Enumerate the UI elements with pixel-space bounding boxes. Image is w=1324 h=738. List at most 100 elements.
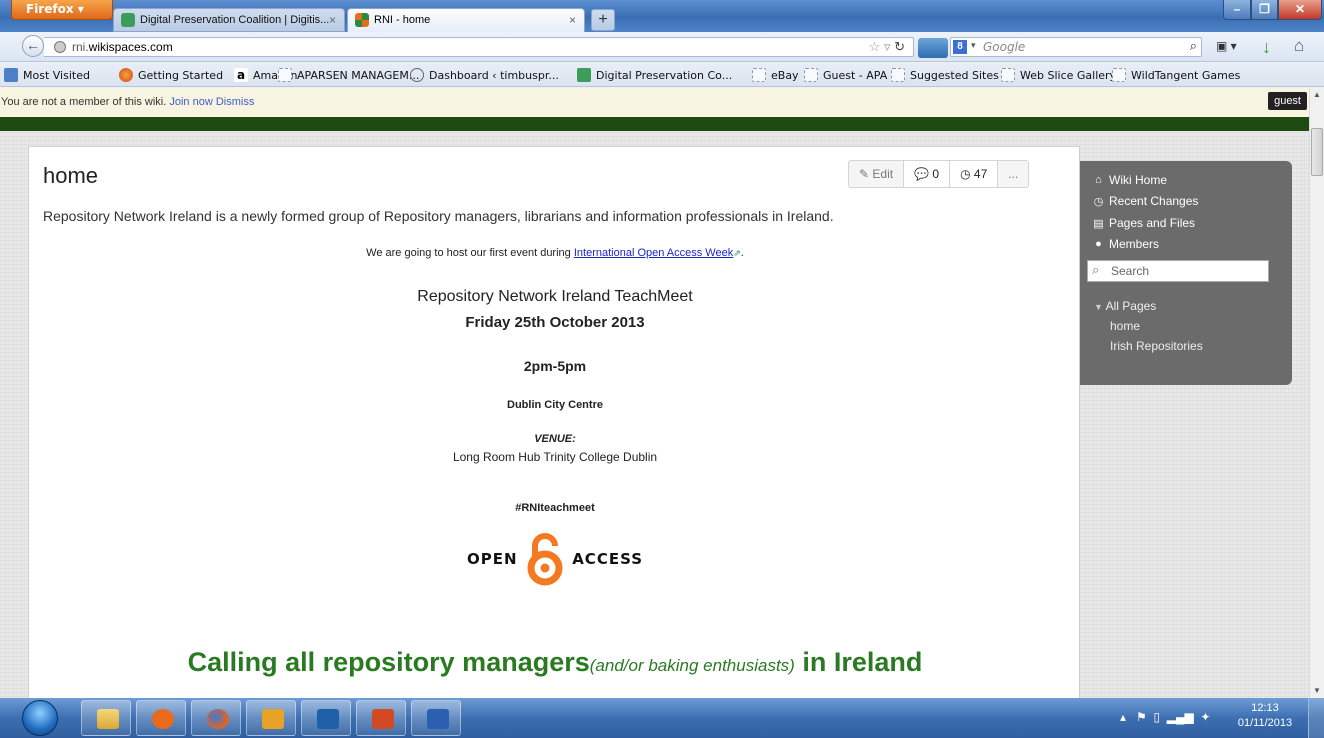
file-icon: ▤ bbox=[1093, 217, 1104, 230]
home-icon: ⌂ bbox=[1095, 174, 1102, 186]
join-now-link[interactable]: Join now bbox=[169, 96, 212, 108]
most-visited-icon bbox=[4, 68, 18, 82]
firefox-menu-button[interactable]: Firefox ▾ bbox=[11, 0, 113, 20]
close-window-button[interactable]: ✕ bbox=[1278, 0, 1322, 20]
search-placeholder: Google bbox=[983, 40, 1026, 54]
close-tab-icon[interactable]: × bbox=[329, 9, 336, 31]
bookmark-label: Suggested Sites bbox=[910, 68, 999, 82]
folder-icon bbox=[97, 709, 119, 729]
sidebar-item-recent-changes[interactable]: ◷ Recent Changes bbox=[1092, 194, 1199, 208]
action-center-icon[interactable]: ⚑ bbox=[1136, 710, 1147, 724]
bookmark-web-slice-gallery[interactable]: Web Slice Gallery bbox=[1001, 68, 1116, 82]
dpc-favicon-icon bbox=[121, 13, 135, 27]
dropbox-icon[interactable]: ✦ bbox=[1200, 710, 1210, 724]
scroll-thumb[interactable] bbox=[1311, 128, 1323, 176]
download-arrow-icon[interactable]: ↓ bbox=[1262, 37, 1271, 58]
page-icon bbox=[804, 68, 818, 82]
dismiss-link[interactable]: Dismiss bbox=[216, 96, 255, 108]
page-scrollbar[interactable]: ▲ ▼ bbox=[1309, 88, 1324, 698]
window-title-bar: Firefox ▾ Digital Preservation Coalition… bbox=[0, 0, 1324, 32]
back-arrow-icon[interactable]: ← bbox=[22, 35, 44, 57]
url-bar[interactable]: rni.wikispaces.com ☆ ▿ ↻ bbox=[44, 37, 914, 57]
headline-part-2: (and/or baking enthusiasts) bbox=[589, 656, 795, 675]
user-badge[interactable]: guest bbox=[1268, 92, 1307, 110]
bookmarks-menu-icon[interactable]: ▣ ▾ bbox=[1216, 39, 1246, 57]
clock-time: 12:13 bbox=[1251, 702, 1279, 714]
tab-rni-home[interactable]: RNI - home × bbox=[347, 8, 585, 32]
more-button[interactable]: ... bbox=[998, 161, 1028, 187]
sidebar-item-members[interactable]: ● Members bbox=[1092, 237, 1159, 251]
open-access-week-link[interactable]: International Open Access Week bbox=[574, 247, 733, 259]
search-engine-icon[interactable]: 8 bbox=[953, 40, 967, 54]
bookmark-digital-preservation[interactable]: Digital Preservation Co... bbox=[577, 68, 732, 82]
home-icon[interactable]: ⌂ bbox=[1294, 36, 1304, 56]
history-count: 47 bbox=[973, 167, 988, 181]
search-placeholder: Search bbox=[1111, 264, 1150, 278]
taskbar-twitter[interactable] bbox=[301, 700, 351, 736]
scroll-up-icon[interactable]: ▲ bbox=[1313, 90, 1321, 99]
sidebar-search-input[interactable]: ⌕ Search bbox=[1087, 260, 1269, 282]
taskbar-file-explorer[interactable] bbox=[81, 700, 131, 736]
taskbar-powerpoint[interactable] bbox=[356, 700, 406, 736]
taskbar-firefox[interactable] bbox=[191, 700, 241, 736]
page-icon bbox=[1112, 68, 1126, 82]
edit-button[interactable]: ✎ Edit bbox=[849, 161, 905, 187]
maximize-button[interactable]: ❐ bbox=[1251, 0, 1278, 20]
tray-expand-icon[interactable]: ▴ bbox=[1120, 710, 1126, 724]
headline: Calling all repository managers(and/or b… bbox=[29, 647, 1081, 678]
bookmark-dashboard[interactable]: Dashboard ‹ timbuspr... bbox=[410, 68, 559, 82]
feed-addon-icon[interactable] bbox=[918, 38, 948, 58]
taskbar-word[interactable] bbox=[411, 700, 461, 736]
url-bar-icons: ☆ ▿ ↻ bbox=[869, 39, 905, 55]
bookmark-aparsen[interactable]: APARSEN MANAGEM... bbox=[278, 68, 419, 82]
bookmark-label: Getting Started bbox=[138, 68, 224, 82]
signal-icon[interactable]: ▂▄▆ bbox=[1167, 710, 1194, 724]
new-tab-button[interactable]: + bbox=[591, 9, 615, 31]
bookmark-suggested-sites[interactable]: Suggested Sites bbox=[891, 68, 999, 82]
bookmark-star-icon[interactable]: ☆ bbox=[869, 39, 881, 54]
rni-favicon-icon bbox=[355, 13, 369, 27]
page-title: home bbox=[43, 163, 99, 188]
sidebar-item-wiki-home[interactable]: ⌂ Wiki Home bbox=[1092, 173, 1167, 187]
sidebar-item-label: Recent Changes bbox=[1109, 194, 1199, 208]
venue-name: Long Room Hub Trinity College Dublin bbox=[452, 450, 658, 464]
open-access-lock-icon bbox=[527, 533, 563, 586]
all-pages-toggle[interactable]: ▼ All Pages bbox=[1094, 299, 1156, 313]
search-engine-dropdown-icon[interactable]: ▾ bbox=[971, 40, 976, 51]
sidebar-item-label: Wiki Home bbox=[1109, 173, 1168, 187]
sidebar-page-irish-repositories[interactable]: Irish Repositories bbox=[1110, 339, 1203, 353]
scroll-down-icon[interactable]: ▼ bbox=[1313, 686, 1321, 695]
close-tab-icon[interactable]: × bbox=[569, 9, 576, 31]
caret-down-icon: ▼ bbox=[1094, 302, 1103, 312]
show-desktop-button[interactable] bbox=[1308, 698, 1324, 738]
sidebar-page-home[interactable]: home bbox=[1110, 319, 1140, 333]
battery-icon[interactable]: ▯ bbox=[1153, 710, 1160, 724]
bookmark-ebay[interactable]: eBay bbox=[752, 68, 799, 82]
bookmark-wildtangent[interactable]: WildTangent Games bbox=[1112, 68, 1240, 82]
logo-open-text: OPEN bbox=[466, 550, 518, 568]
taskbar-clock[interactable]: 12:13 01/11/2013 bbox=[1230, 701, 1300, 731]
reload-icon[interactable]: ↻ bbox=[894, 39, 905, 54]
history-button[interactable]: ◷ 47 bbox=[950, 161, 999, 187]
sidebar-item-pages-and-files[interactable]: ▤ Pages and Files bbox=[1092, 216, 1195, 230]
globe-icon bbox=[54, 41, 66, 53]
media-player-icon bbox=[152, 709, 174, 729]
search-magnifier-icon[interactable]: ⌕ bbox=[1190, 38, 1197, 54]
bookmark-guest-apa[interactable]: Guest - APA bbox=[804, 68, 887, 82]
taskbar-outlook[interactable] bbox=[246, 700, 296, 736]
start-button[interactable] bbox=[22, 700, 58, 736]
firefox-icon bbox=[207, 709, 229, 729]
page-icon bbox=[891, 68, 905, 82]
tab-title: Digital Preservation Coalition | Digitis… bbox=[140, 14, 330, 26]
page-actions: ✎ Edit 💬 0 ◷ 47 ... bbox=[848, 160, 1030, 188]
search-bar[interactable]: 8 ▾ Google ⌕ bbox=[950, 37, 1202, 57]
bookmark-most-visited[interactable]: Most Visited bbox=[4, 68, 90, 82]
minimize-button[interactable]: – bbox=[1223, 0, 1251, 20]
url-host: rni. bbox=[72, 40, 89, 54]
history-dropdown-icon[interactable]: ▿ bbox=[884, 39, 891, 54]
comments-button[interactable]: 💬 0 bbox=[904, 161, 951, 187]
taskbar-media-player[interactable] bbox=[136, 700, 186, 736]
bookmark-getting-started[interactable]: Getting Started bbox=[119, 68, 223, 82]
tab-digital-preservation[interactable]: Digital Preservation Coalition | Digitis… bbox=[113, 8, 345, 32]
pencil-icon: ✎ bbox=[859, 167, 870, 181]
